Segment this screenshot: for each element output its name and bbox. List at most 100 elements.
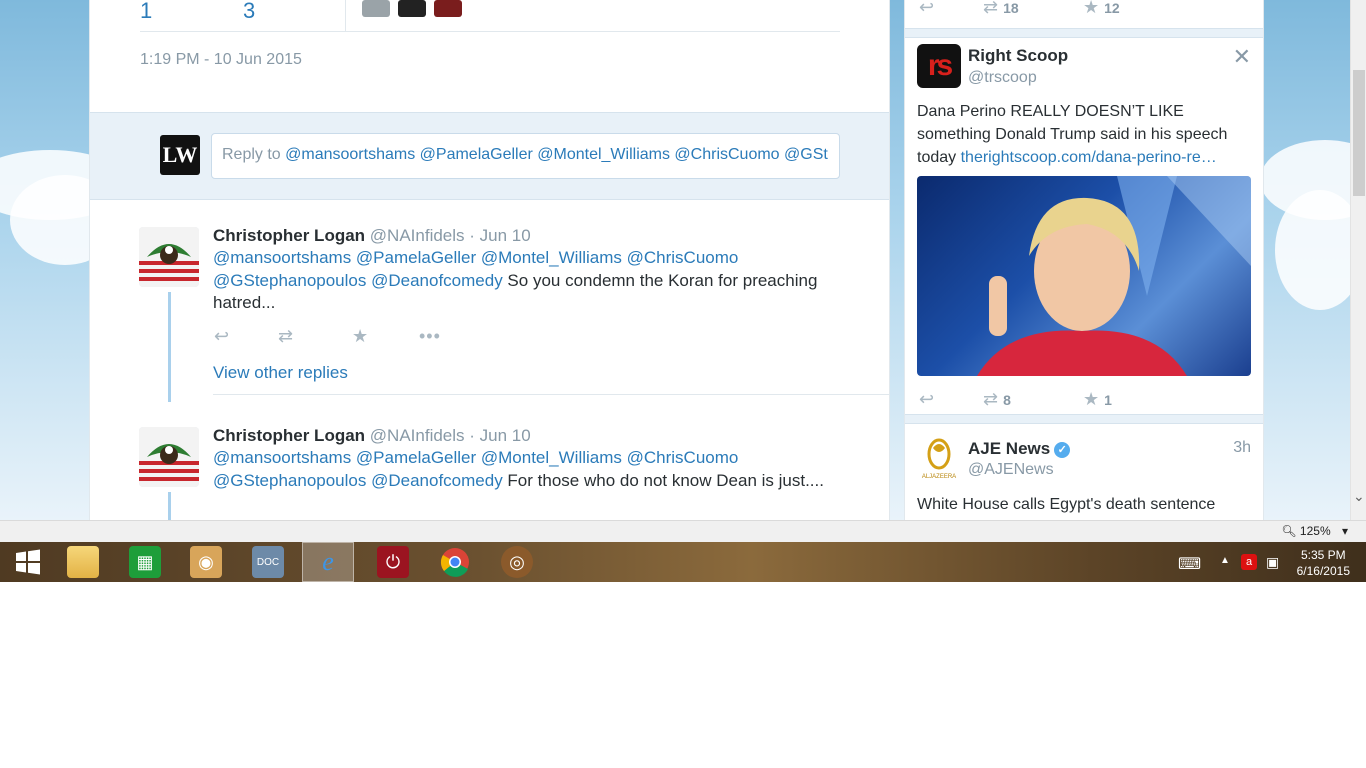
tweet-header: Christopher Logan @NAInfidels · Jun 10 xyxy=(213,426,531,446)
tweet-date[interactable]: · Jun 10 xyxy=(469,426,530,445)
chevron-down-icon[interactable]: ⌄ xyxy=(1353,488,1365,505)
app-icon[interactable]: ◉ xyxy=(190,546,222,578)
sidebar-feed: ↩ ⇄ 18 ★ 12 rs Right Scoop @trscoop ✕ Da… xyxy=(904,0,1264,520)
divider xyxy=(213,394,889,395)
retweet-icon[interactable]: ⇄ xyxy=(278,326,293,347)
chevron-up-icon[interactable]: ▲ xyxy=(1220,555,1230,566)
zoom-level: 125% xyxy=(1299,524,1331,538)
more-icon[interactable]: ••• xyxy=(419,326,441,347)
author-handle[interactable]: @NAInfidels xyxy=(370,426,465,445)
tweet-text: @mansoortshams @PamelaGeller @Montel_Wil… xyxy=(213,447,853,492)
tweet-text: Dana Perino REALLY DOESN’T LIKE somethin… xyxy=(917,100,1253,169)
favoriter-avatar[interactable] xyxy=(398,0,426,17)
aljazeera-logo[interactable]: ALJAZEERA xyxy=(919,436,959,480)
scrollbar-thumb[interactable] xyxy=(1353,70,1365,196)
right-scoop-logo[interactable]: rs xyxy=(917,44,961,88)
reply-composer: LW Reply to @mansoortshams @PamelaGeller… xyxy=(90,112,889,200)
power-app-icon[interactable]: ⏻ xyxy=(377,546,409,578)
mentions[interactable]: @mansoortshams @PamelaGeller @Montel_Wil… xyxy=(213,448,738,467)
reply-icon[interactable]: ↩ xyxy=(919,389,934,410)
favorite-count: 12 xyxy=(1104,0,1120,16)
avatar: LW xyxy=(160,135,200,175)
eagle-flag-icon xyxy=(139,227,199,287)
tweet-link[interactable]: therightscoop.com/dana-perino-re… xyxy=(961,149,1217,166)
author-name[interactable]: Christopher Logan xyxy=(213,226,365,245)
avatar[interactable] xyxy=(139,427,199,487)
author-name-text: AJE News xyxy=(968,439,1051,458)
mentions[interactable]: @mansoortshams @PamelaGeller @Montel_Wil… xyxy=(213,248,738,267)
author-name[interactable]: Christopher Logan xyxy=(213,426,365,445)
reply-icon[interactable]: ↩ xyxy=(919,0,934,18)
retweet-count: 18 xyxy=(1003,0,1019,16)
avatar[interactable] xyxy=(139,227,199,287)
keyboard-icon[interactable]: ⌨ xyxy=(1178,554,1201,574)
internet-explorer-icon[interactable]: e xyxy=(312,546,344,578)
tweet-text: @mansoortshams @PamelaGeller @Montel_Wil… xyxy=(213,247,853,315)
clock-date: 6/16/2015 xyxy=(1296,564,1350,578)
tweet-detail-panel: 1 3 1:19 PM - 10 Jun 2015 LW Reply to @m… xyxy=(89,0,890,522)
view-other-replies-link[interactable]: View other replies xyxy=(213,363,348,383)
store-icon[interactable]: ▦ xyxy=(129,546,161,578)
page-scrollbar[interactable]: ⌄ xyxy=(1350,0,1366,520)
tweet-header: Christopher Logan @NAInfidels · Jun 10 xyxy=(213,226,531,246)
antivirus-icon[interactable]: a xyxy=(1241,554,1257,570)
count-first[interactable]: 1 xyxy=(140,0,152,24)
favorite-icon[interactable]: ★ xyxy=(352,326,368,347)
tweet-text: White House calls Egypt's death sentence xyxy=(917,496,1216,513)
news-anchor-photo xyxy=(977,176,1251,376)
reply-mentions: @mansoortshams @PamelaGeller @Montel_Wil… xyxy=(285,146,828,163)
document-app-icon[interactable]: DOC xyxy=(252,546,284,578)
aljazeera-logo-icon: ALJAZEERA xyxy=(922,438,956,480)
zoom-icon: 🔍︎ xyxy=(1281,524,1297,538)
favoriter-avatar[interactable] xyxy=(434,0,462,17)
screen: 1 3 1:19 PM - 10 Jun 2015 LW Reply to @m… xyxy=(0,0,1366,582)
thread-line xyxy=(168,492,171,522)
mentions[interactable]: @GStephanopoulos @Deanofcomedy xyxy=(213,271,503,290)
thread-line xyxy=(168,292,171,402)
logo-caption: ALJAZEERA xyxy=(922,474,956,480)
author-name[interactable]: AJE News ✓ xyxy=(968,439,1071,459)
windows-taskbar: ▦ ◉ DOC e ⏻ ◎ ⌨ ▲ a ▣ 5:35 PM 6/16/2015 xyxy=(0,542,1366,582)
file-explorer-icon[interactable] xyxy=(67,546,99,578)
zoom-control[interactable]: 🔍︎ 125% ▾ xyxy=(1281,524,1348,538)
close-icon[interactable]: ✕ xyxy=(1233,44,1251,70)
browser-status-bar: 🔍︎ 125% ▾ xyxy=(0,520,1366,542)
action-center-icon[interactable]: ▣ xyxy=(1266,554,1279,571)
author-name[interactable]: Right Scoop xyxy=(968,46,1068,66)
clock-time: 5:35 PM xyxy=(1300,548,1346,562)
tweet-photo[interactable] xyxy=(917,176,1251,376)
verified-icon: ✓ xyxy=(1054,442,1071,458)
favorite-count: 1 xyxy=(1104,392,1112,408)
divider xyxy=(345,0,346,31)
tweet-time[interactable]: 3h xyxy=(1233,439,1251,457)
author-handle[interactable]: @trscoop xyxy=(968,69,1037,87)
clock[interactable]: 5:35 PM 6/16/2015 xyxy=(1297,547,1350,579)
reply-prefix: Reply to xyxy=(222,146,286,163)
chrome-icon[interactable] xyxy=(439,546,471,578)
reply-icon[interactable]: ↩ xyxy=(214,326,229,347)
windows-start-icon[interactable] xyxy=(12,546,44,578)
author-handle[interactable]: @AJENews xyxy=(968,461,1054,479)
retweet-icon[interactable]: ⇄ 18 xyxy=(983,0,1019,18)
favoriter-avatar[interactable] xyxy=(362,0,390,17)
count-second[interactable]: 3 xyxy=(243,0,255,24)
favorite-icon[interactable]: ★ 12 xyxy=(1083,0,1120,18)
retweet-count: 8 xyxy=(1003,392,1011,408)
reply-input[interactable]: Reply to @mansoortshams @PamelaGeller @M… xyxy=(211,133,840,179)
logo-text: rs xyxy=(927,49,953,82)
tweet-actions: ↩ ⇄ 8 ★ 1 xyxy=(919,389,1219,411)
author-handle[interactable]: @NAInfidels xyxy=(370,226,465,245)
tweet-actions: ↩ ⇄ 18 ★ 12 xyxy=(919,0,1219,19)
mentions[interactable]: @GStephanopoulos @Deanofcomedy xyxy=(213,471,503,490)
retweet-icon[interactable]: ⇄ 8 xyxy=(983,389,1011,410)
reply-tweet: Christopher Logan @NAInfidels · Jun 10 @… xyxy=(90,412,889,522)
divider xyxy=(905,28,1263,38)
chevron-down-icon: ▾ xyxy=(1341,524,1348,538)
favorite-icon[interactable]: ★ 1 xyxy=(1083,389,1112,410)
tweet-timestamp: 1:19 PM - 10 Jun 2015 xyxy=(140,51,302,68)
divider xyxy=(140,31,840,32)
divider xyxy=(905,414,1263,424)
speaker-app-icon[interactable]: ◎ xyxy=(501,546,533,578)
tweet-body: For those who do not know Dean is just..… xyxy=(502,470,824,490)
tweet-date[interactable]: · Jun 10 xyxy=(469,226,530,245)
